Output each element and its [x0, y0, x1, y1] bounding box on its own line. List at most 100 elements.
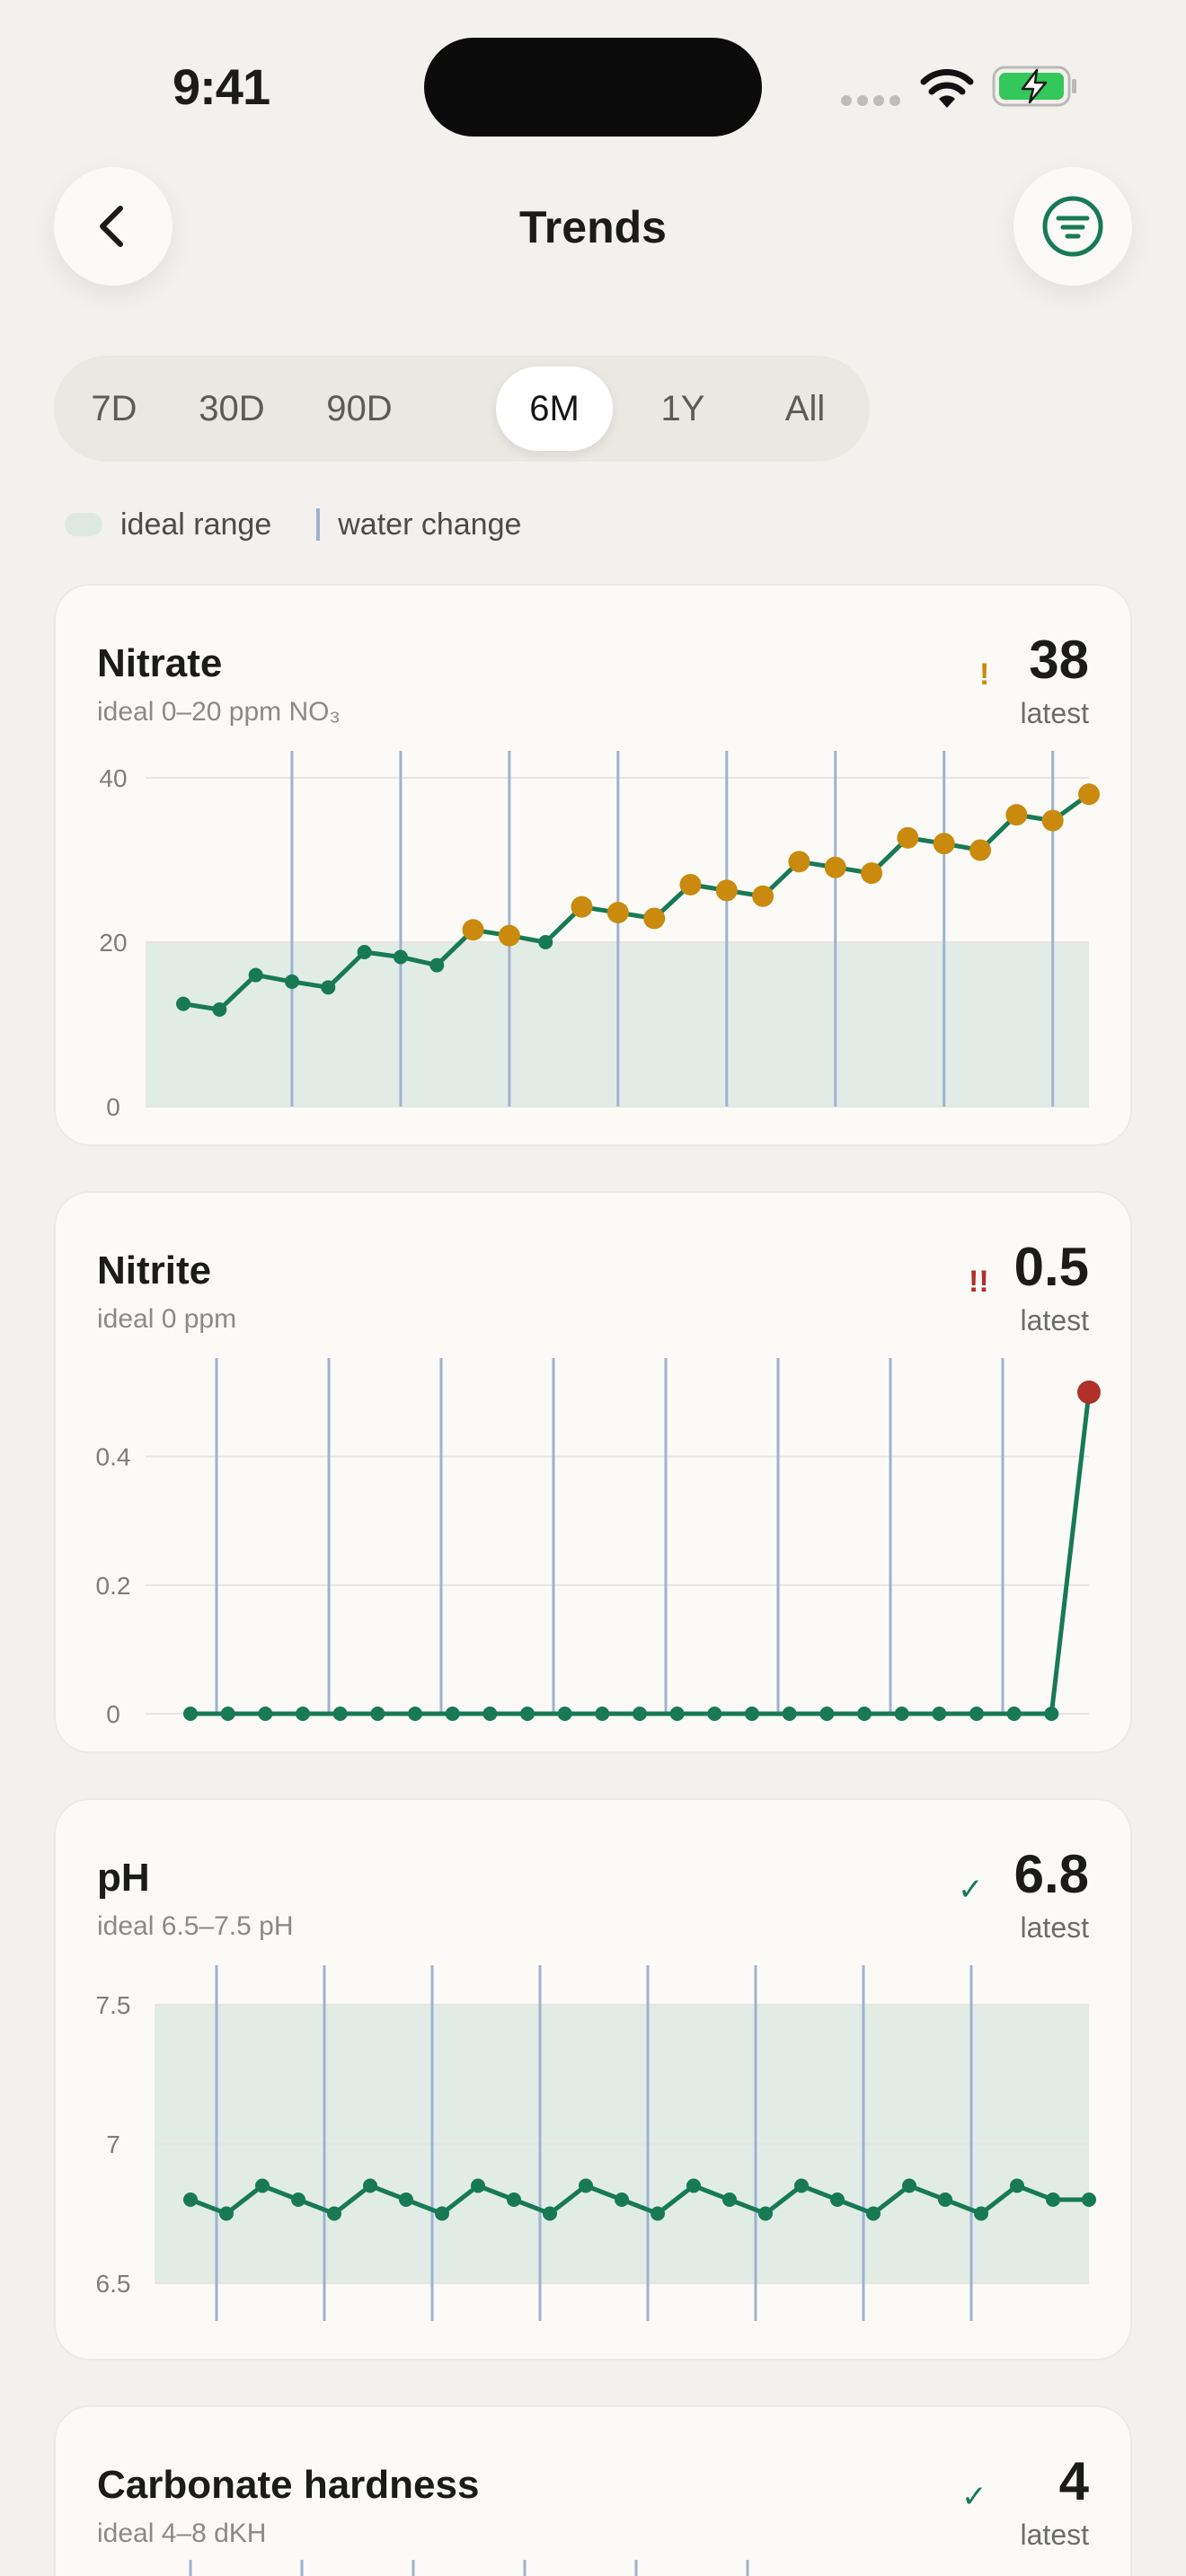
carbonate-hardness-chart — [189, 2560, 749, 2576]
data-point — [1082, 2192, 1096, 2207]
data-point — [220, 1707, 235, 1721]
data-point — [370, 1707, 385, 1721]
data-point — [932, 1707, 947, 1721]
data-point — [291, 2192, 305, 2207]
data-point — [902, 2178, 916, 2193]
wifi-icon — [920, 68, 974, 108]
data-point — [471, 2178, 485, 2193]
data-point — [1041, 809, 1064, 832]
y-tick-label: 0.2 — [96, 1572, 131, 1600]
data-point — [219, 2206, 234, 2221]
nitrate-chart: 0 20 40 — [99, 751, 1100, 1121]
water-change-swatch — [316, 508, 321, 541]
y-tick-label: 0 — [106, 1093, 120, 1121]
nitrate-card[interactable]: Nitrate ideal 0–20 ppm NO₃ ! 38 latest 0… — [54, 584, 1132, 1146]
data-point — [866, 2206, 881, 2221]
data-point — [429, 957, 445, 973]
filter-button[interactable] — [1013, 167, 1132, 286]
data-point — [606, 902, 629, 924]
data-point — [824, 856, 846, 878]
legend-water-label: water change — [338, 507, 522, 542]
range-30d[interactable]: 30D — [171, 366, 293, 451]
y-tick-label: 6.5 — [96, 2270, 131, 2298]
page-title: Trends — [519, 202, 667, 252]
data-point — [1077, 1381, 1101, 1404]
data-point — [1010, 2178, 1024, 2193]
data-point — [686, 2178, 701, 2193]
data-point — [745, 1707, 759, 1721]
data-point — [830, 2192, 845, 2207]
data-point — [408, 1707, 422, 1721]
data-point — [248, 967, 263, 983]
data-point — [794, 2178, 809, 2193]
data-point — [296, 1707, 310, 1721]
data-point — [332, 1707, 348, 1721]
data-point — [595, 1707, 610, 1721]
nitrite-card[interactable]: Nitrite ideal 0 ppm !! 0.5 latest 0 0.2 0.… — [54, 1191, 1132, 1753]
data-point — [258, 1707, 273, 1721]
data-point — [507, 2192, 521, 2207]
data-point — [788, 851, 810, 873]
data-point — [1046, 2192, 1060, 2207]
data-point — [482, 1707, 498, 1721]
data-point — [435, 2206, 449, 2221]
data-point — [715, 879, 738, 902]
range-selector: 7D 30D 90D 6M 1Y All — [54, 356, 870, 462]
data-point — [897, 826, 919, 849]
legend-ideal-label: ideal range — [120, 507, 272, 542]
series-line — [190, 1391, 1092, 1716]
y-tick-label: 40 — [99, 764, 127, 792]
data-point — [819, 1707, 835, 1721]
data-point — [679, 873, 702, 895]
nitrite-chart: 0 0.2 0.4 — [96, 1358, 1101, 1728]
data-point — [974, 2206, 988, 2221]
data-point — [363, 2178, 377, 2193]
range-90d[interactable]: 90D — [298, 366, 420, 451]
data-point — [255, 2178, 270, 2193]
data-point — [651, 2206, 665, 2221]
data-point — [183, 2192, 198, 2207]
data-point — [393, 949, 408, 965]
data-point — [707, 1707, 722, 1721]
range-7d[interactable]: 7D — [65, 366, 164, 451]
data-point — [722, 2192, 737, 2207]
battery-charging-icon — [992, 66, 1076, 107]
data-point — [643, 907, 666, 930]
data-point — [857, 1707, 872, 1721]
range-6m[interactable]: 6M — [496, 366, 613, 451]
data-point — [894, 1707, 909, 1721]
data-point — [969, 1707, 984, 1721]
data-point — [938, 2192, 952, 2207]
data-point — [782, 1707, 797, 1721]
data-point — [357, 944, 372, 959]
y-tick-label: 20 — [99, 929, 127, 957]
range-all[interactable]: All — [751, 366, 859, 451]
ph-card[interactable]: pH ideal 6.5–7.5 pH ✓ 6.8 latest 6.5 7 7.5 — [54, 1798, 1132, 2360]
data-point — [752, 885, 774, 907]
data-point — [462, 919, 484, 941]
data-point — [571, 895, 593, 918]
data-point — [1044, 1707, 1059, 1721]
data-point — [633, 1707, 647, 1721]
data-point — [579, 2178, 593, 2193]
carbonate-hardness-card[interactable]: Carbonate hardness ideal 4–8 dKH ✓ 4 lat… — [54, 2405, 1132, 2576]
data-point — [758, 2206, 773, 2221]
y-tick-label: 0 — [106, 1700, 120, 1728]
range-1y[interactable]: 1Y — [629, 366, 737, 451]
data-point — [538, 935, 553, 949]
data-point — [557, 1707, 572, 1721]
data-point — [212, 1002, 227, 1018]
data-point — [445, 1707, 460, 1721]
data-point — [176, 996, 190, 1011]
data-point — [861, 862, 883, 885]
data-point — [1005, 804, 1028, 826]
dynamic-island — [424, 38, 762, 137]
data-point — [933, 833, 955, 855]
data-point — [969, 839, 992, 861]
data-point — [498, 924, 520, 947]
status-time: 9:41 — [173, 58, 270, 115]
cellular-signal-icon — [841, 95, 902, 106]
y-tick-label: 7 — [106, 2130, 120, 2158]
chart-legend: ideal range water change — [65, 503, 521, 546]
y-tick-label: 0.4 — [96, 1443, 131, 1471]
